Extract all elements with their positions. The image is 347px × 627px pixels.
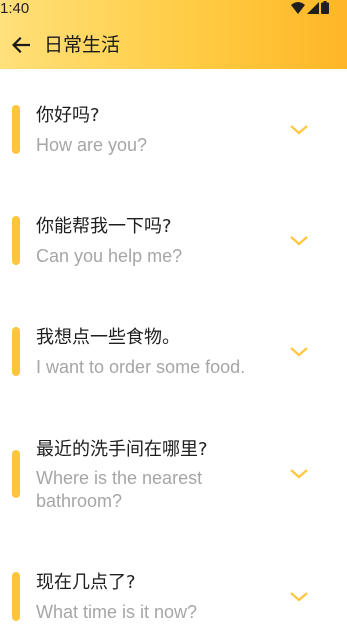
accent-bar xyxy=(12,216,20,265)
signal-icon xyxy=(307,1,319,14)
status-time: 1:40 xyxy=(0,0,30,17)
chevron-down-icon[interactable] xyxy=(289,590,309,604)
accent-bar xyxy=(12,105,20,154)
battery-icon xyxy=(321,1,329,14)
accent-bar xyxy=(12,327,20,376)
phrase-english: What time is it now? xyxy=(36,602,198,622)
phrase-chinese: 我想点一些食物。 xyxy=(36,327,180,348)
phrase-english: I want to order some food. xyxy=(36,357,246,377)
arrow-left-icon xyxy=(12,37,30,53)
status-icons xyxy=(291,1,329,14)
back-button[interactable] xyxy=(10,34,32,56)
phrase-item[interactable]: 你好吗? How are you? xyxy=(0,69,347,181)
phrase-chinese: 最近的洗手间在哪里? xyxy=(36,439,208,460)
wifi-icon xyxy=(291,1,305,14)
chevron-down-icon[interactable] xyxy=(289,345,309,359)
chevron-down-icon[interactable] xyxy=(289,234,309,248)
phrase-item[interactable]: 你能帮我一下吗? Can you help me? xyxy=(0,181,347,292)
phrase-english: How are you? xyxy=(36,135,148,155)
app-bar: 1:40 日常生活 xyxy=(0,0,347,69)
phrase-item[interactable]: 现在几点了? What time is it now? xyxy=(0,537,347,627)
page-title: 日常生活 xyxy=(44,34,121,56)
accent-bar xyxy=(12,450,20,498)
accent-bar xyxy=(12,572,20,621)
phrase-chinese: 现在几点了? xyxy=(36,572,136,593)
chevron-down-icon[interactable] xyxy=(289,123,309,137)
phrase-english: Where is the nearest bathroom? xyxy=(36,468,203,511)
phrase-chinese: 你好吗? xyxy=(36,105,100,126)
phrase-item[interactable]: 最近的洗手间在哪里? Where is the nearest bathroom… xyxy=(0,403,347,537)
phrase-item[interactable]: 我想点一些食物。 I want to order some food. xyxy=(0,292,347,403)
phrase-chinese: 你能帮我一下吗? xyxy=(36,216,172,237)
phrase-english: Can you help me? xyxy=(36,246,183,266)
chevron-down-icon[interactable] xyxy=(289,467,309,481)
